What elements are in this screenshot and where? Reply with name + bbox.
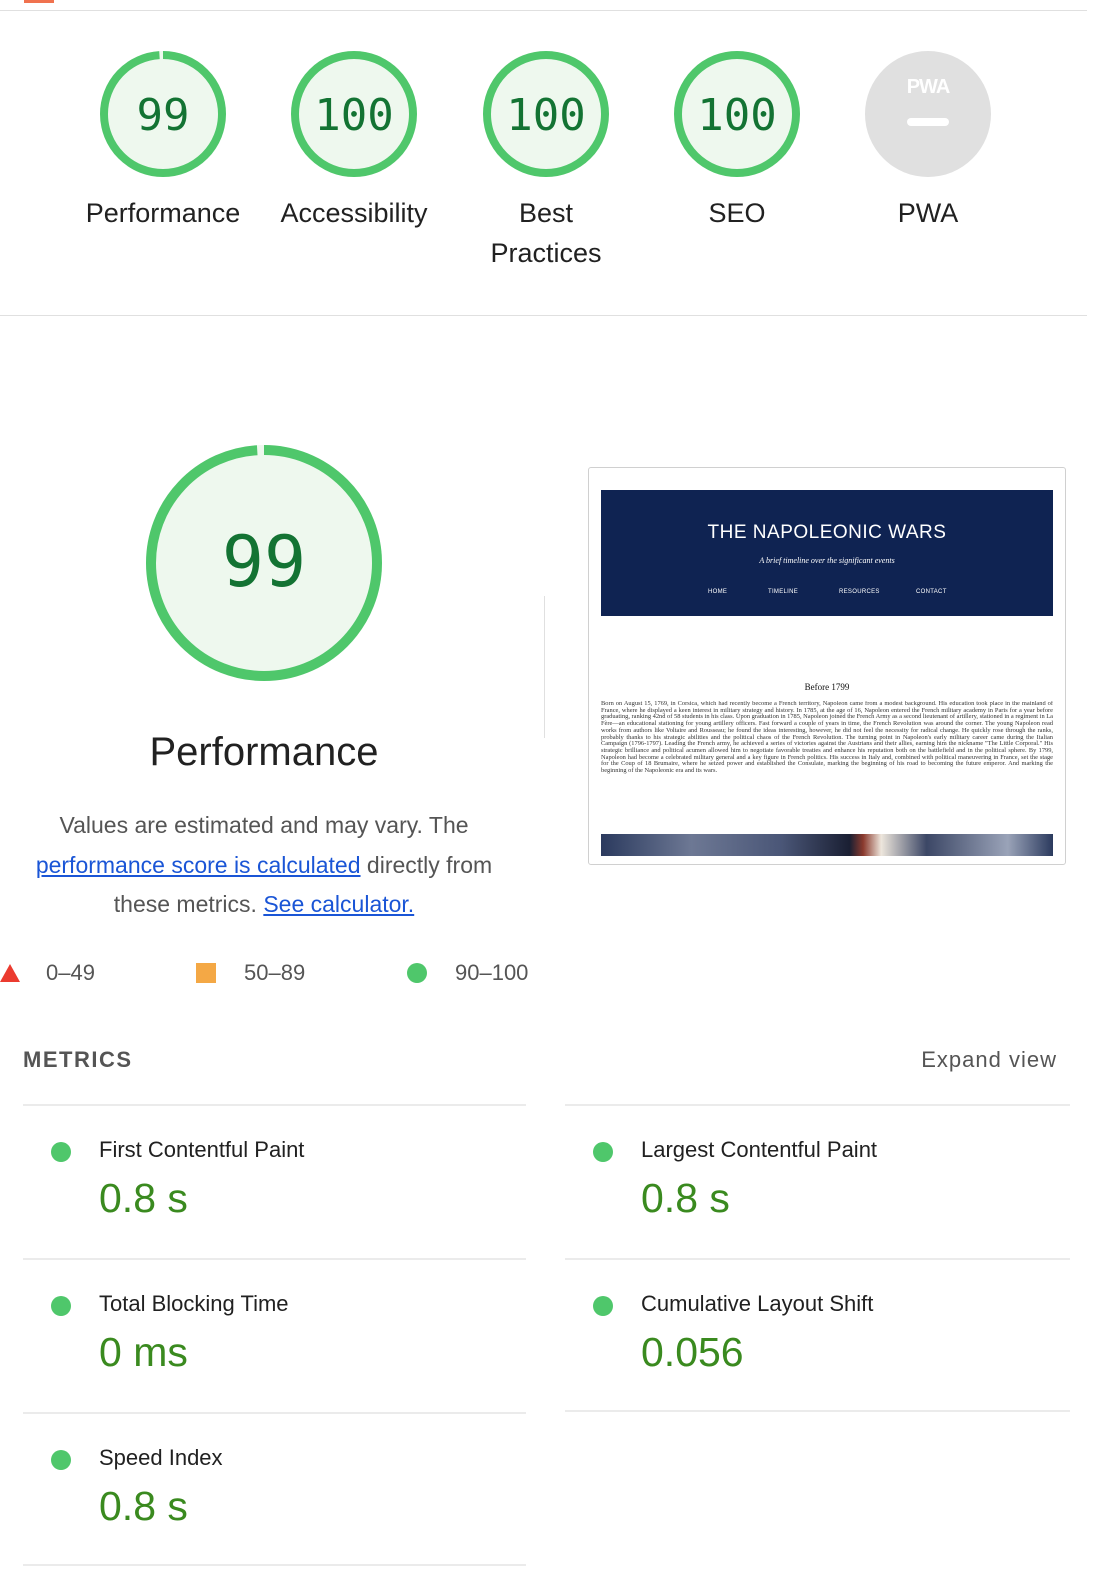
metric-largest-contentful-paint: Largest Contentful Paint 0.8 s bbox=[593, 1137, 1063, 1237]
metric-title: Total Blocking Time bbox=[99, 1291, 289, 1316]
see-calculator-link[interactable]: See calculator. bbox=[263, 891, 414, 917]
desc-text-1: Values are estimated and may vary. The bbox=[59, 812, 469, 838]
gauge-ring: 100 bbox=[483, 51, 609, 177]
screenshot-nav-item: TIMELINE bbox=[768, 589, 799, 595]
metric-value: 0.056 bbox=[641, 1329, 744, 1375]
metrics-heading: METRICS bbox=[23, 1047, 133, 1072]
gauge-ring: 99 bbox=[100, 51, 226, 177]
metric-value: 0 ms bbox=[99, 1329, 188, 1375]
legend-range: 90–100 bbox=[455, 960, 529, 985]
gauge-score: 100 bbox=[314, 90, 393, 141]
gauge-label: SEO bbox=[708, 198, 766, 228]
legend-range: 50–89 bbox=[244, 960, 306, 985]
gauge-performance[interactable]: 99 Performance bbox=[77, 50, 249, 233]
gauge-best-practices[interactable]: 100 Best Practices bbox=[460, 50, 632, 273]
page-screenshot-thumbnail[interactable]: THE NAPOLEONIC WARS A brief timeline ove… bbox=[588, 467, 1066, 865]
gauge-label: Accessibility bbox=[280, 198, 428, 228]
performance-description: Values are estimated and may vary. The p… bbox=[18, 806, 510, 925]
metric-value: 0.8 s bbox=[99, 1175, 188, 1221]
gauge-label-line: Best bbox=[518, 198, 574, 228]
gauge-label: Performance bbox=[85, 198, 241, 228]
metric-divider bbox=[23, 1104, 526, 1106]
gauge-score: 99 bbox=[137, 90, 190, 141]
top-accent-bar bbox=[24, 0, 54, 3]
legend-range: 0–49 bbox=[46, 960, 95, 985]
top-divider bbox=[0, 10, 1087, 11]
gauge-score: 100 bbox=[697, 90, 776, 141]
circle-icon bbox=[407, 963, 427, 983]
metric-divider bbox=[565, 1410, 1070, 1412]
legend-average: 50–89 bbox=[196, 960, 305, 986]
triangle-icon bbox=[0, 964, 20, 982]
metric-first-contentful-paint: First Contentful Paint 0.8 s bbox=[51, 1137, 521, 1237]
legend-pass: 90–100 bbox=[407, 960, 528, 986]
metric-divider bbox=[23, 1258, 526, 1260]
pwa-badge-icon: PWA bbox=[865, 51, 991, 177]
gauge-accessibility[interactable]: 100 Accessibility bbox=[268, 50, 440, 233]
performance-score: 99 bbox=[222, 521, 306, 603]
metric-speed-index: Speed Index 0.8 s bbox=[51, 1445, 521, 1545]
screenshot-nav-item: RESOURCES bbox=[839, 589, 880, 595]
section-divider bbox=[0, 315, 1087, 316]
metric-value: 0.8 s bbox=[99, 1483, 188, 1529]
pass-circle-icon bbox=[593, 1142, 613, 1162]
score-calculated-link[interactable]: performance score is calculated bbox=[36, 852, 361, 878]
screenshot-site-title: THE NAPOLEONIC WARS bbox=[707, 522, 947, 543]
metric-divider bbox=[565, 1104, 1070, 1106]
pass-circle-icon bbox=[593, 1296, 613, 1316]
metric-value: 0.8 s bbox=[641, 1175, 730, 1221]
gauge-ring: 100 bbox=[291, 51, 417, 177]
screenshot-body-text: Born on August 15, 1769, in Corsica, whi… bbox=[601, 701, 1053, 775]
metric-divider bbox=[565, 1258, 1070, 1260]
metric-cumulative-layout-shift: Cumulative Layout Shift 0.056 bbox=[593, 1291, 1063, 1391]
expand-view-toggle[interactable]: Expand view bbox=[921, 1047, 1057, 1073]
gauge-pwa[interactable]: PWA PWA bbox=[842, 50, 1014, 233]
metric-title: Speed Index bbox=[99, 1445, 223, 1470]
metric-title: Largest Contentful Paint bbox=[641, 1137, 878, 1162]
pwa-badge-text: PWA bbox=[907, 76, 950, 98]
screenshot-nav-item: CONTACT bbox=[916, 589, 947, 595]
gauge-seo[interactable]: 100 SEO bbox=[651, 50, 823, 233]
performance-gauge: 99 bbox=[146, 445, 382, 681]
screenshot-nav-item: HOME bbox=[708, 589, 728, 595]
metric-total-blocking-time: Total Blocking Time 0 ms bbox=[51, 1291, 521, 1391]
screenshot-hero: THE NAPOLEONIC WARS A brief timeline ove… bbox=[601, 490, 1053, 616]
legend-fail: 0–49 bbox=[0, 960, 95, 986]
pass-circle-icon bbox=[51, 1450, 71, 1470]
vertical-divider bbox=[544, 596, 545, 738]
metric-title: First Contentful Paint bbox=[99, 1137, 305, 1162]
metric-divider bbox=[23, 1564, 526, 1566]
square-icon bbox=[196, 963, 216, 983]
gauge-score: 100 bbox=[506, 90, 585, 141]
performance-title: Performance bbox=[149, 730, 379, 774]
gauge-ring: 100 bbox=[674, 51, 800, 177]
screenshot-painting-image bbox=[601, 834, 1053, 856]
gauge-label-line: Practices bbox=[490, 238, 602, 268]
gauge-label: Best Practices bbox=[460, 193, 632, 273]
gauge-label: PWA bbox=[897, 198, 959, 228]
metric-title: Cumulative Layout Shift bbox=[641, 1291, 874, 1316]
metric-divider bbox=[23, 1412, 526, 1414]
screenshot-site-subtitle: A brief timeline over the significant ev… bbox=[759, 556, 895, 565]
screenshot-section-heading: Before 1799 bbox=[804, 682, 850, 692]
pass-circle-icon bbox=[51, 1296, 71, 1316]
pass-circle-icon bbox=[51, 1142, 71, 1162]
